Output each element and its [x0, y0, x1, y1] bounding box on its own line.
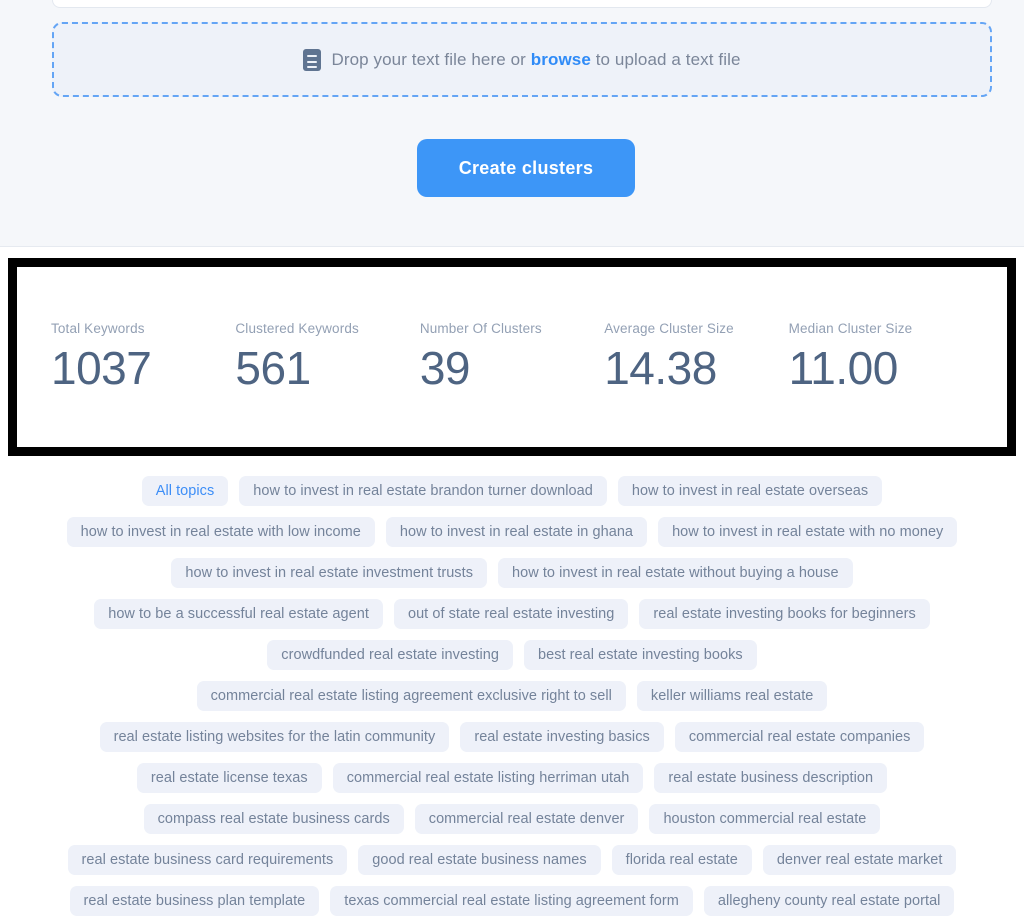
tag-item[interactable]: crowdfunded real estate investing — [267, 640, 513, 670]
keyword-tool-panel: Drop your text file here or browse to up… — [0, 0, 1024, 247]
stat-number-of-clusters: Number Of Clusters 39 — [420, 321, 604, 394]
tag-item[interactable]: how to invest in real estate with low in… — [66, 517, 375, 547]
tag-item[interactable]: houston commercial real estate — [649, 804, 881, 834]
tag-item[interactable]: how to invest in real estate investment … — [171, 558, 487, 588]
tag-item[interactable]: how to invest in real estate overseas — [617, 476, 883, 506]
tag-item[interactable]: good real estate business names — [358, 845, 601, 875]
tag-item[interactable]: how to invest in real estate brandon tur… — [239, 476, 607, 506]
tag-item[interactable]: real estate license texas — [136, 763, 322, 793]
tag-item[interactable]: out of state real estate investing — [393, 599, 629, 629]
tag-item[interactable]: commercial real estate listing agreement… — [196, 681, 626, 711]
tag-item[interactable]: how to invest in real estate in ghana — [385, 517, 648, 547]
stat-clustered-keywords: Clustered Keywords 561 — [235, 321, 419, 394]
tag-item[interactable]: allegheny county real estate portal — [703, 886, 955, 916]
stat-value: 1037 — [51, 341, 152, 394]
tag-item[interactable]: real estate business card requirements — [67, 845, 348, 875]
stat-value: 11.00 — [788, 341, 899, 394]
tag-item[interactable]: real estate business plan template — [69, 886, 320, 916]
tag-item[interactable]: how to be a successful real estate agent — [94, 599, 383, 629]
tag-item[interactable]: best real estate investing books — [523, 640, 757, 670]
stat-value: 39 — [419, 341, 471, 394]
stat-label: Average Cluster Size — [604, 320, 734, 336]
tag-all-topics[interactable]: All topics — [141, 476, 229, 506]
tag-item[interactable]: real estate investing basics — [460, 722, 664, 752]
tag-item[interactable]: commercial real estate denver — [414, 804, 639, 834]
keyword-input[interactable] — [52, 0, 992, 8]
stat-label: Clustered Keywords — [235, 320, 359, 336]
stat-label: Median Cluster Size — [788, 320, 913, 336]
tag-item[interactable]: texas commercial real estate listing agr… — [330, 886, 693, 916]
stat-median-cluster-size: Median Cluster Size 11.00 — [789, 321, 973, 394]
file-dropzone[interactable]: Drop your text file here or browse to up… — [52, 22, 992, 97]
tag-item[interactable]: real estate listing websites for the lat… — [99, 722, 450, 752]
tag-item[interactable]: how to invest in real estate without buy… — [498, 558, 853, 588]
stat-label: Total Keywords — [51, 320, 145, 336]
tag-item[interactable]: keller williams real estate — [636, 681, 828, 711]
tag-item[interactable]: real estate investing books for beginner… — [639, 599, 930, 629]
tag-item[interactable]: commercial real estate listing herriman … — [332, 763, 644, 793]
create-clusters-button[interactable]: Create clusters — [417, 139, 635, 197]
tag-item[interactable]: how to invest in real estate with no mon… — [658, 517, 958, 547]
tag-item[interactable]: compass real estate business cards — [143, 804, 404, 834]
browse-link[interactable]: browse — [531, 50, 591, 69]
stat-label: Number Of Clusters — [419, 320, 542, 336]
topic-tag-cloud: All topics how to invest in real estate b… — [0, 466, 1024, 916]
stats-highlight-box: Total Keywords 1037 Clustered Keywords 5… — [8, 258, 1016, 456]
text-file-icon — [303, 48, 322, 71]
tag-item[interactable]: commercial real estate companies — [674, 722, 925, 752]
tag-item[interactable]: real estate business description — [654, 763, 888, 793]
stat-value: 561 — [235, 341, 311, 394]
stat-total-keywords: Total Keywords 1037 — [51, 321, 235, 394]
dropzone-text-before: Drop your text file here or — [331, 49, 526, 69]
stat-value: 14.38 — [604, 341, 717, 394]
dropzone-label: Drop your text file here or browse to up… — [331, 50, 740, 70]
tag-item[interactable]: florida real estate — [611, 845, 752, 875]
dropzone-text-after: to upload a text file — [595, 49, 741, 69]
stats-summary: Total Keywords 1037 Clustered Keywords 5… — [17, 267, 1007, 447]
tag-item[interactable]: denver real estate market — [762, 845, 957, 875]
stat-average-cluster-size: Average Cluster Size 14.38 — [604, 321, 788, 394]
